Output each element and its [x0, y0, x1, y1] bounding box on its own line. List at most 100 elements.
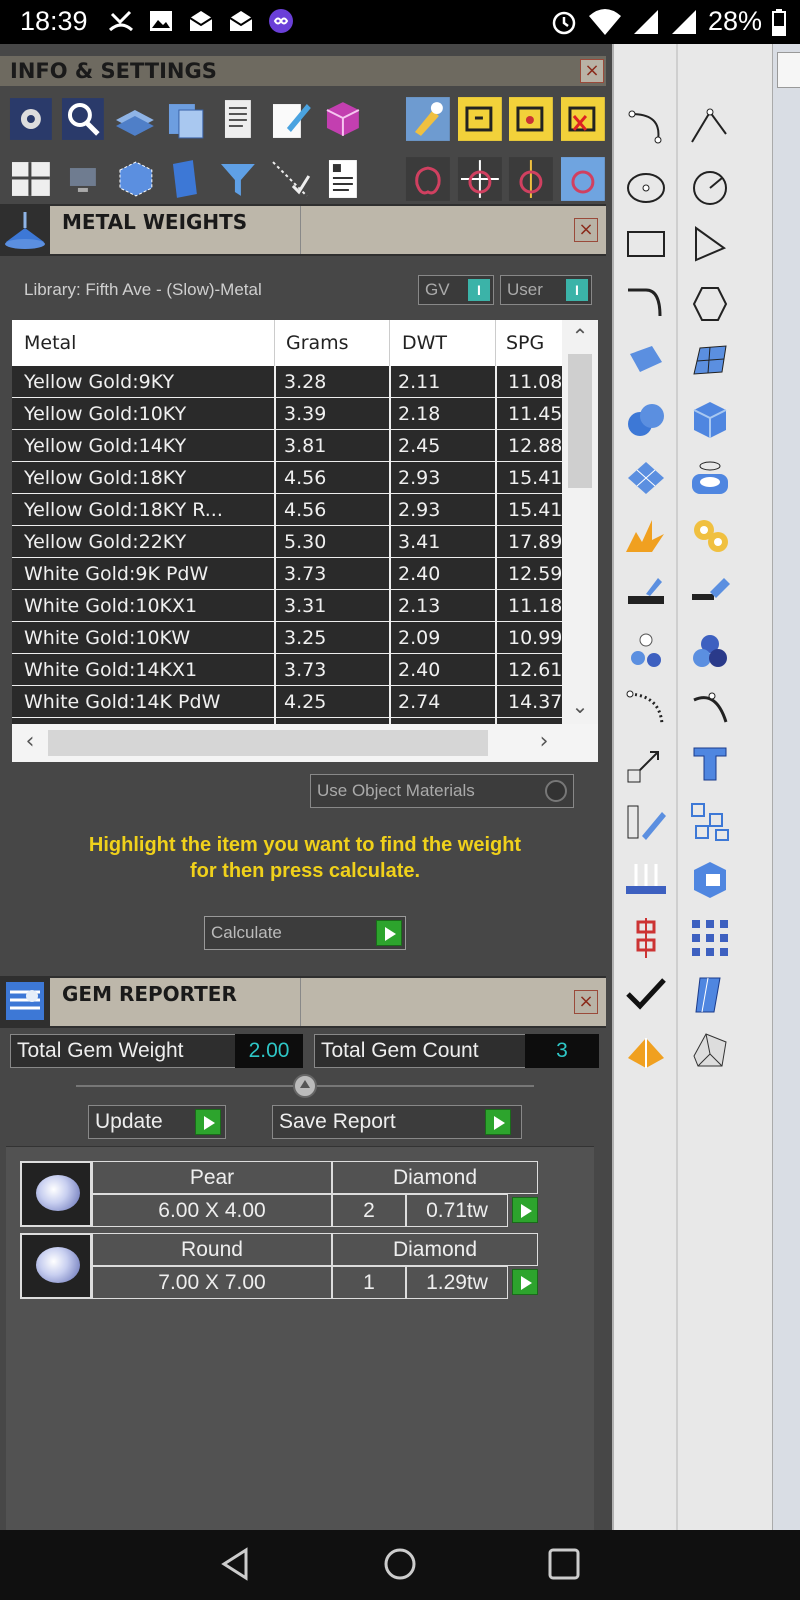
patch-surface-icon[interactable] — [622, 454, 670, 502]
table-row[interactable]: White Gold:14KX1 3.73 2.40 12.61 — [12, 654, 562, 686]
monitor-icon[interactable] — [60, 156, 106, 202]
column-header-grams[interactable]: Grams — [286, 332, 349, 354]
explode-icon[interactable] — [622, 512, 670, 560]
update-button[interactable]: Update — [88, 1105, 226, 1139]
save-report-button[interactable]: Save Report — [272, 1105, 522, 1139]
horizontal-scrollbar[interactable]: ‹ › — [12, 724, 598, 762]
table-row[interactable]: White Gold:9K PdW 3.73 2.40 12.59 — [12, 558, 562, 590]
slant-block-icon[interactable] — [686, 970, 734, 1018]
import-icon[interactable] — [457, 96, 503, 142]
save-report-label: Save Report — [279, 1110, 396, 1133]
material-cube-icon[interactable] — [319, 96, 365, 142]
collapse-up-icon[interactable] — [293, 1074, 317, 1098]
document-icon[interactable] — [215, 96, 261, 142]
table-row[interactable]: White Gold:10KX1 3.31 2.13 11.18 — [12, 590, 562, 622]
scroll-down-icon[interactable]: ⌄ — [568, 694, 592, 718]
gem-detail-button[interactable] — [512, 1269, 538, 1295]
recents-icon[interactable] — [542, 1542, 586, 1586]
gem-item[interactable]: Pear Diamond 6.00 X 4.00 2 0.71tw — [20, 1161, 538, 1227]
gem-item[interactable]: Round Diamond 7.00 X 7.00 1 1.29tw — [20, 1233, 538, 1299]
table-row[interactable]: White Gold:10KW 3.25 2.09 10.99 — [12, 622, 562, 654]
polyline-icon[interactable] — [686, 104, 734, 152]
extrude-path-icon[interactable] — [622, 798, 670, 846]
project-down-icon[interactable] — [622, 568, 670, 616]
dot-grid-icon[interactable] — [686, 914, 734, 962]
metal-weights-close-button[interactable]: × — [574, 218, 598, 242]
gem-detail-button[interactable] — [512, 1197, 538, 1223]
arc-curve-icon[interactable] — [622, 104, 670, 152]
filter-icon[interactable] — [215, 156, 261, 202]
box-solid-icon[interactable] — [686, 396, 734, 444]
rgb-spheres-icon[interactable] — [686, 628, 734, 676]
home-icon[interactable] — [378, 1542, 422, 1586]
column-header-spg[interactable]: SPG — [506, 332, 544, 354]
ellipse-icon[interactable] — [622, 164, 670, 212]
ring-move-icon[interactable] — [457, 156, 503, 202]
table-row[interactable]: Yellow Gold:22KY 5.30 3.41 17.89 — [12, 526, 562, 558]
scroll-right-icon[interactable]: › — [532, 729, 556, 755]
ring-scale-icon[interactable] — [508, 156, 554, 202]
gear-cluster-icon[interactable] — [686, 512, 734, 560]
table-row[interactable]: White Gold:14K PdW 4.25 2.74 14.37 — [12, 686, 562, 718]
horizontal-scroll-thumb[interactable] — [48, 730, 488, 756]
grid-layout-icon[interactable] — [8, 156, 54, 202]
boolean-spheres-icon[interactable] — [622, 396, 670, 444]
settings-gear-icon[interactable] — [8, 96, 54, 142]
prism-icon[interactable] — [686, 1026, 734, 1074]
curve-point-icon[interactable] — [686, 684, 734, 732]
table-row[interactable]: Yellow Gold:10KY 3.39 2.18 11.45 — [12, 398, 562, 430]
layers-icon[interactable] — [112, 96, 158, 142]
ring-rotate-icon[interactable] — [405, 156, 451, 202]
table-row[interactable]: Yellow Gold:18KY 4.56 2.93 15.41 — [12, 462, 562, 494]
ring-orient-icon[interactable] — [560, 156, 606, 202]
calculate-button[interactable]: Calculate — [204, 916, 406, 950]
select-points-icon[interactable] — [267, 156, 313, 202]
pyramid-gem-icon[interactable] — [622, 1026, 670, 1074]
cube-cutout-icon[interactable] — [686, 856, 734, 904]
info-settings-close-button[interactable]: × — [580, 59, 604, 83]
table-row[interactable]: Yellow Gold:18KY R... 4.56 2.93 15.41 — [12, 494, 562, 526]
total-gem-count-value: 3 — [525, 1034, 599, 1068]
scroll-up-icon[interactable]: ⌃ — [568, 324, 592, 348]
use-object-materials-option[interactable]: Use Object Materials — [310, 774, 574, 808]
blocks-icon[interactable] — [163, 96, 209, 142]
user-toggle[interactable]: User I — [500, 275, 592, 305]
gv-toggle[interactable]: GV I — [418, 275, 494, 305]
table-row[interactable]: Yellow Gold:9KY 3.28 2.11 11.08 — [12, 366, 562, 398]
viewport-tab[interactable] — [777, 52, 800, 88]
chain-links-icon[interactable] — [622, 914, 670, 962]
scroll-left-icon[interactable]: ‹ — [18, 729, 42, 755]
delete-file-icon[interactable] — [560, 96, 606, 142]
fillet-curve-icon[interactable] — [622, 280, 670, 328]
back-icon[interactable] — [214, 1542, 258, 1586]
vertical-scrollbar[interactable]: ⌃ ⌄ — [562, 320, 598, 724]
scale-arrow-icon[interactable] — [622, 740, 670, 788]
prongs-icon[interactable] — [622, 856, 670, 904]
polygon-icon[interactable] — [686, 280, 734, 328]
column-header-dwt[interactable]: DWT — [402, 332, 447, 354]
table-row[interactable]: Yellow Gold:14KY 3.81 2.45 12.88 — [12, 430, 562, 462]
wire-cube-icon[interactable] — [112, 156, 158, 202]
fan-shape-icon[interactable] — [686, 220, 734, 268]
surface-grid-icon[interactable] — [686, 338, 734, 386]
circle-icon[interactable] — [686, 164, 734, 212]
report-icon[interactable] — [319, 156, 365, 202]
project-tool-icon[interactable] — [686, 568, 734, 616]
text-tool-icon[interactable] — [686, 740, 734, 788]
spheres-icon[interactable] — [622, 628, 670, 676]
vertical-scroll-thumb[interactable] — [568, 354, 592, 488]
book-icon[interactable] — [163, 156, 209, 202]
cylinder-icon[interactable] — [686, 454, 734, 502]
array-boxes-icon[interactable] — [686, 798, 734, 846]
export-icon[interactable] — [508, 96, 554, 142]
checkmark-icon[interactable] — [622, 970, 670, 1018]
render-brush-icon[interactable] — [405, 96, 451, 142]
sweep-surface-icon[interactable] — [622, 338, 670, 386]
magnifier-icon[interactable] — [60, 96, 106, 142]
rectangle-icon[interactable] — [622, 220, 670, 268]
gem-reporter-close-button[interactable]: × — [574, 990, 598, 1014]
use-object-materials-radio[interactable] — [545, 780, 567, 802]
edit-note-icon[interactable] — [267, 96, 313, 142]
arc-points-icon[interactable] — [622, 684, 670, 732]
column-header-metal[interactable]: Metal — [24, 332, 76, 354]
